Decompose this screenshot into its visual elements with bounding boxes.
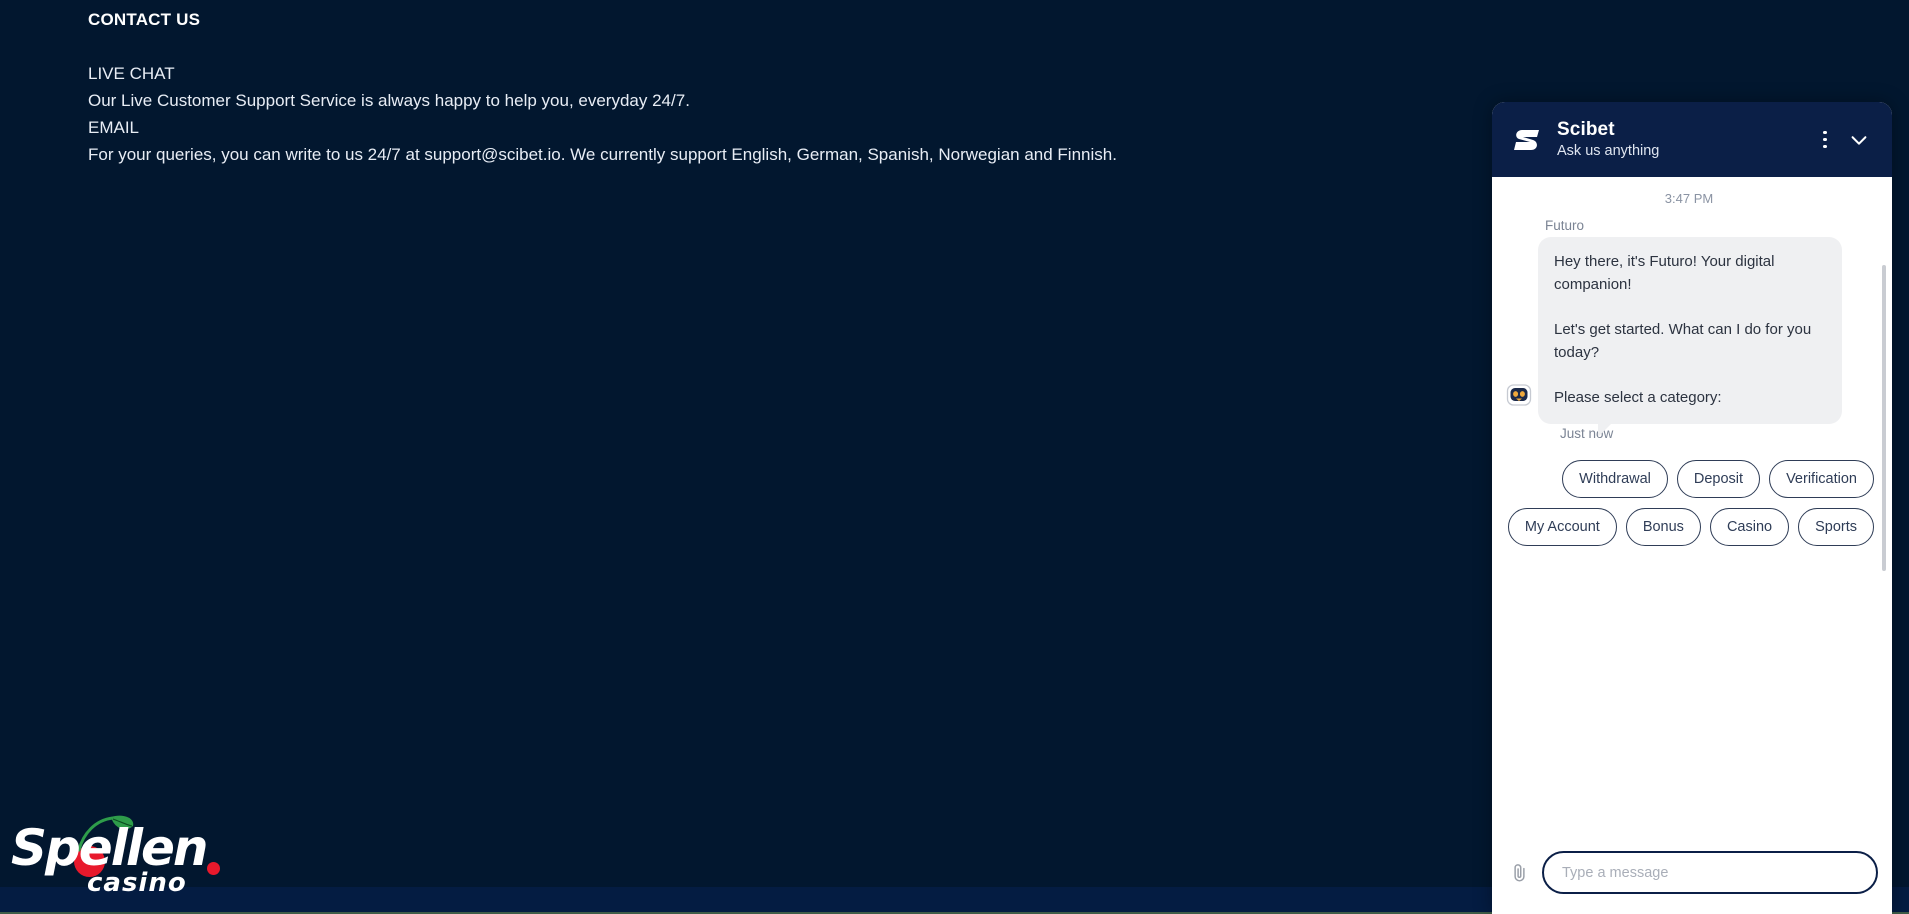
message-paragraph: Hey there, it's Futuro! Your digital com… — [1554, 253, 1775, 293]
site-logo[interactable]: Spellen casino — [11, 815, 231, 898]
kebab-menu-icon[interactable] — [1808, 123, 1842, 157]
quick-reply-verification[interactable]: Verification — [1769, 460, 1874, 498]
bubble-tail — [1598, 424, 1611, 437]
contact-line-email-desc: For your queries, you can write to us 24… — [88, 145, 1117, 164]
chat-message-list: 3:47 PM Futuro Hey there, it's Futuro! Y… — [1492, 177, 1892, 831]
chat-brand: Scibet Ask us anything — [1557, 119, 1808, 161]
chat-header: Scibet Ask us anything — [1492, 102, 1892, 177]
contact-details: LIVE CHAT Our Live Customer Support Serv… — [88, 60, 1388, 168]
chat-scrollbar-thumb[interactable] — [1882, 265, 1886, 571]
logo-subtext: casino — [87, 868, 187, 898]
chevron-down-icon[interactable] — [1842, 123, 1876, 157]
quick-reply-withdrawal[interactable]: Withdrawal — [1562, 460, 1668, 498]
quick-reply-list: Withdrawal Deposit Verification My Accou… — [1502, 460, 1876, 546]
message-sender-name: Futuro — [1545, 218, 1585, 233]
contact-line-live-chat: LIVE CHAT — [88, 64, 175, 83]
contact-line-live-chat-desc: Our Live Customer Support Service is alw… — [88, 91, 690, 110]
message-paragraph: Please select a category: — [1554, 389, 1722, 406]
chat-title: Scibet — [1557, 118, 1615, 140]
page-title: CONTACT US — [88, 10, 201, 29]
quick-reply-my-account[interactable]: My Account — [1507, 508, 1617, 546]
chat-subtitle: Ask us anything — [1557, 142, 1660, 159]
chat-scrollbar-track[interactable] — [1882, 177, 1889, 831]
contact-line-email: EMAIL — [88, 118, 140, 137]
chat-widget: Scibet Ask us anything 3:47 PM Futuro He… — [1492, 102, 1892, 914]
message-footer: Just now — [1560, 424, 1876, 446]
message-row: Hey there, it's Futuro! Your digital com… — [1502, 237, 1876, 424]
robot-avatar-icon — [1506, 382, 1532, 408]
scibet-s-logo-icon — [1510, 123, 1544, 157]
message-bubble: Hey there, it's Futuro! Your digital com… — [1538, 237, 1842, 424]
quick-reply-casino[interactable]: Casino — [1709, 508, 1790, 546]
message-input[interactable] — [1542, 851, 1878, 894]
message-timestamp: 3:47 PM — [1664, 191, 1714, 206]
logo-dot-icon — [207, 862, 220, 875]
quick-reply-sports[interactable]: Sports — [1798, 508, 1874, 546]
chat-composer — [1492, 831, 1892, 914]
quick-reply-deposit[interactable]: Deposit — [1676, 460, 1761, 498]
paperclip-icon[interactable] — [1504, 858, 1534, 888]
quick-reply-bonus[interactable]: Bonus — [1625, 508, 1701, 546]
logo-wordmark: Spellen — [11, 819, 208, 877]
kebab-dot — [1823, 144, 1827, 149]
kebab-dot — [1823, 137, 1827, 142]
message-paragraph: Let's get started. What can I do for you… — [1554, 321, 1812, 361]
kebab-dot — [1823, 130, 1827, 135]
page-content: CONTACT US LIVE CHAT Our Live Customer S… — [88, 0, 1388, 168]
